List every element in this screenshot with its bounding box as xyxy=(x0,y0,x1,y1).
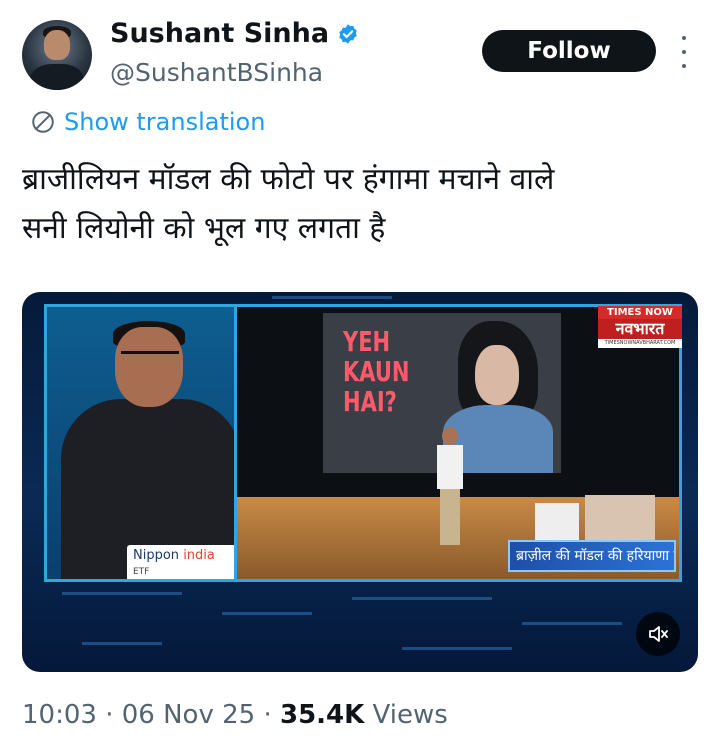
author-name-row: Sushant Sinha xyxy=(110,18,359,49)
verified-badge-icon xyxy=(339,23,357,44)
more-options-icon[interactable] xyxy=(676,36,692,68)
tweet-text-line-2: सनी लियोनी को भूल गए लगता है xyxy=(22,211,386,246)
views-count[interactable]: 35.4K xyxy=(280,700,364,730)
screen-headline: YEH KAUN HAI? xyxy=(343,327,410,417)
screen-headline-line-3: HAI? xyxy=(343,385,397,418)
author-avatar[interactable] xyxy=(22,20,92,90)
channel-logo: TIMES NOW नवभारत TIMESNOWNAVBHARAT.COM xyxy=(598,306,682,348)
tweet-date[interactable]: 06 Nov 25 xyxy=(122,700,255,730)
sponsor-sub: ETF xyxy=(133,567,150,577)
show-translation-label: Show translation xyxy=(64,108,266,136)
translate-globe-icon xyxy=(32,111,54,133)
screen-headline-line-2: KAUN xyxy=(343,355,410,388)
tweet-time[interactable]: 10:03 xyxy=(22,700,97,730)
tweet-text-line-1: ब्राजीलियन मॉडल की फोटो पर हंगामा मचाने … xyxy=(22,162,555,197)
news-ticker: ब्राज़ील की मॉडल की हरियाणा में वोटिंग.. xyxy=(508,540,676,572)
author-handle[interactable]: @SushantBSinha xyxy=(110,58,323,87)
sponsor-name: Nippon xyxy=(133,548,180,563)
tweet-text: ब्राजीलियन मॉडल की फोटो पर हंगामा मचाने … xyxy=(22,155,702,253)
channel-logo-main: नवभारत xyxy=(598,319,682,339)
tweet-meta: 10:03 · 06 Nov 25 · 35.4K Views xyxy=(22,700,448,730)
volume-muted-icon[interactable] xyxy=(636,612,680,656)
views-label: Views xyxy=(372,700,448,730)
screen-headline-line-1: YEH xyxy=(343,325,391,358)
sponsor-name-accent: india xyxy=(183,548,215,563)
author-name[interactable]: Sushant Sinha xyxy=(110,18,329,49)
video-player[interactable]: Nippon india ETF YEH KAUN HAI? TIMES NOW… xyxy=(22,292,698,672)
meta-separator: · xyxy=(105,700,114,730)
anchor-panel: Nippon india ETF xyxy=(44,304,260,582)
channel-logo-url: TIMESNOWNAVBHARAT.COM xyxy=(598,339,682,348)
channel-logo-top: TIMES NOW xyxy=(598,306,682,319)
speaker-mute-glyph xyxy=(649,626,668,642)
meta-separator: · xyxy=(263,700,272,730)
follow-button[interactable]: Follow xyxy=(482,30,656,72)
show-translation-link[interactable]: Show translation xyxy=(30,108,265,136)
sponsor-badge: Nippon india ETF xyxy=(127,545,247,579)
presenter-figure xyxy=(437,427,463,545)
